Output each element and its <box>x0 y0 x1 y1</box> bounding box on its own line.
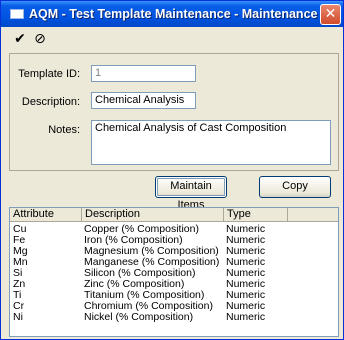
close-button[interactable]: ✕ <box>320 4 341 25</box>
maintain-items-button[interactable]: Maintain Items <box>155 176 227 211</box>
description-label: Description: <box>21 96 80 108</box>
column-header-type[interactable]: Type <box>224 208 288 222</box>
app-icon <box>10 9 24 19</box>
type-cell: Numeric <box>226 311 266 323</box>
notes-label: Notes: <box>48 124 80 136</box>
column-header-attribute[interactable]: Attribute <box>10 208 82 222</box>
cancel-icon[interactable]: ⊘ <box>31 30 49 48</box>
button-panel: Maintain Items Copy <box>9 172 339 211</box>
notes-field[interactable]: Chemical Analysis of Cast Composition <box>91 120 331 165</box>
template-id-field[interactable]: 1 <box>91 65 196 82</box>
window-title: AQM - Test Template Maintenance - Mainte… <box>29 7 318 21</box>
description-field[interactable]: Chemical Analysis <box>91 92 196 109</box>
title-bar[interactable]: AQM - Test Template Maintenance - Mainte… <box>1 1 343 27</box>
table-row[interactable]: Ni Nickel (% Composition) Numeric <box>10 312 338 323</box>
copy-button[interactable]: Copy <box>259 176 331 198</box>
attributes-grid[interactable]: Attribute Description Type Cu Copper (% … <box>9 207 339 337</box>
template-form: Template ID: 1 Description: Chemical Ana… <box>9 53 339 171</box>
check-icon[interactable]: ✔ <box>11 30 29 48</box>
toolbar: ✔ ⊘ <box>9 28 339 50</box>
attribute-cell: Ni <box>13 311 23 323</box>
column-header-filler <box>288 208 338 222</box>
description-cell: Nickel (% Composition) <box>84 311 194 323</box>
column-header-description[interactable]: Description <box>82 208 224 222</box>
maintenance-window: AQM - Test Template Maintenance - Mainte… <box>0 0 344 340</box>
template-id-label: Template ID: <box>18 68 80 80</box>
